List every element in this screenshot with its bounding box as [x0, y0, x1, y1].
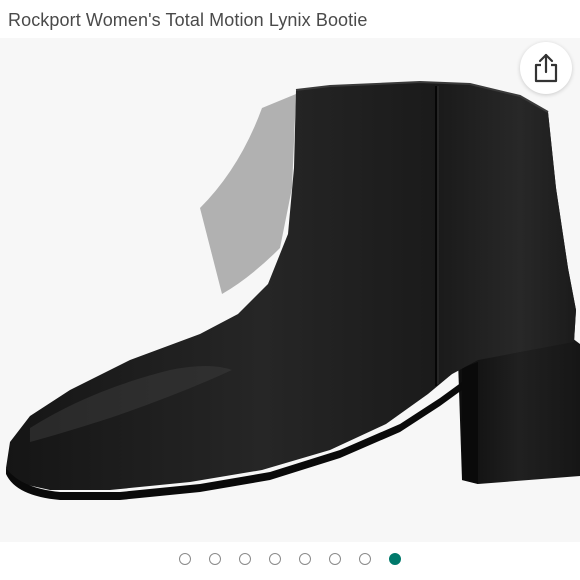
share-button[interactable]: [520, 42, 572, 94]
carousel-dot-2[interactable]: [209, 553, 221, 565]
boot-image: [6, 80, 580, 500]
carousel-dot-6[interactable]: [329, 553, 341, 565]
product-image-viewer[interactable]: [0, 38, 580, 542]
carousel-dot-7[interactable]: [359, 553, 371, 565]
carousel-dot-3[interactable]: [239, 553, 251, 565]
boot-back-panel: [436, 84, 576, 386]
product-title: Rockport Women's Total Motion Lynix Boot…: [8, 10, 368, 30]
product-image-screen: Rockport Women's Total Motion Lynix Boot…: [0, 0, 580, 580]
carousel-dot-5[interactable]: [299, 553, 311, 565]
image-carousel-dots: [0, 553, 580, 573]
carousel-dot-8-active[interactable]: [389, 553, 401, 565]
carousel-dot-4[interactable]: [269, 553, 281, 565]
share-icon: [534, 53, 558, 83]
carousel-dot-1[interactable]: [179, 553, 191, 565]
